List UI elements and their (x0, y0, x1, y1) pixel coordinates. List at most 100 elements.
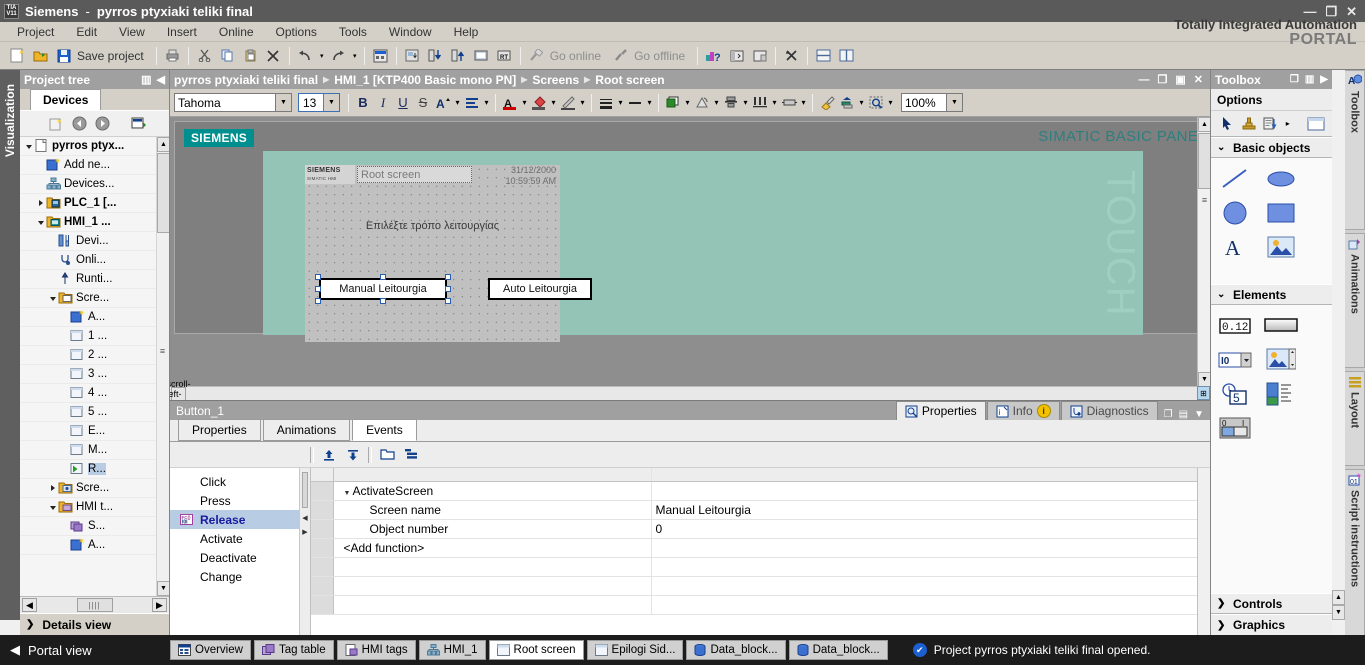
menu-item-options[interactable]: Options (265, 23, 328, 41)
ellipse-icon[interactable] (1261, 164, 1301, 194)
canvas-vscrollbar[interactable]: ▲ ≡ ▼ (1197, 117, 1210, 387)
bring-to-front-icon[interactable] (837, 92, 857, 113)
canvas-scroll-down-button[interactable]: ▼ (1198, 372, 1210, 387)
chevron-right-icon[interactable]: ❯ (1217, 620, 1227, 631)
print-icon[interactable] (162, 45, 183, 66)
resize-handle-se[interactable] (445, 298, 451, 304)
dock-icon[interactable]: ▥ (1305, 74, 1314, 85)
split-editor-vertical-icon[interactable] (836, 45, 857, 66)
screen-canvas[interactable]: SIEMENS SIMATIC BASIC PANEL TOUCH SIEMEN… (170, 117, 1210, 400)
inspector-tab-properties[interactable]: Properties (895, 401, 986, 420)
menu-item-online[interactable]: Online (208, 23, 265, 41)
root-screen-design-area[interactable]: SIEMENS SIMATIC HMI Root screen 31/12/20… (305, 165, 592, 342)
fill-color-dropdown-icon[interactable]: ▾ (549, 92, 558, 113)
hmi-datetime-field[interactable]: 31/12/2000 10:59:59 AM (505, 165, 556, 187)
font-color-dropdown-icon[interactable]: ▾ (520, 92, 529, 113)
tree-item-3[interactable]: PLC_1 [... (20, 194, 169, 213)
vtab-layout[interactable]: Layout (1345, 371, 1365, 466)
event-item-activate[interactable]: Activate (170, 529, 299, 548)
resize-handle-sw[interactable] (315, 298, 321, 304)
menu-item-tools[interactable]: Tools (328, 23, 378, 41)
section-basic-objects[interactable]: ⌄ Basic objects (1211, 137, 1332, 158)
breadcrumb-device[interactable]: HMI_1 [KTP400 Basic mono PN] (334, 73, 516, 87)
font-family-select[interactable]: Tahoma ▼ (174, 93, 292, 112)
hscroll-thumb[interactable]: |||| (76, 598, 113, 612)
status-tab-6[interactable]: Data_block... (686, 640, 786, 660)
event-item-release[interactable]: FC() I0I Release (170, 510, 299, 529)
tree-item-8[interactable]: Scre... (20, 289, 169, 308)
go-offline-icon[interactable] (610, 45, 631, 66)
event-item-change[interactable]: Change (170, 567, 299, 586)
breadcrumb-root-screen[interactable]: Root screen (595, 73, 664, 87)
function-row[interactable] (311, 557, 1197, 577)
copy-icon[interactable] (217, 45, 238, 66)
tree-item-2[interactable]: Devices... (20, 175, 169, 194)
line-color-icon[interactable] (558, 92, 578, 113)
tree-expander[interactable] (36, 218, 46, 227)
editor-close-button[interactable]: ✕ (1194, 73, 1203, 86)
function-row-value[interactable] (651, 576, 1197, 596)
rectangle-icon[interactable] (1261, 198, 1301, 228)
hmi-screen-title-field[interactable]: Root screen (357, 166, 472, 183)
make-same-size-icon[interactable] (779, 92, 799, 113)
hmi-button-auto[interactable]: Auto Leitourgia (488, 278, 592, 300)
function-row-value[interactable] (651, 595, 1197, 615)
show-hide-right-icon[interactable] (749, 45, 770, 66)
resize-handle-s[interactable] (380, 298, 386, 304)
close-button[interactable]: ✕ (1346, 5, 1357, 18)
editor-maximize-button[interactable]: ▣ (1175, 73, 1185, 86)
canvas-zoom-corner[interactable]: ⊞ (1197, 386, 1210, 400)
chevron-right-icon[interactable]: ❯ (1217, 598, 1227, 609)
strikethrough-button[interactable]: S (413, 92, 433, 113)
resize-handle-w[interactable] (315, 286, 321, 292)
zoom-selection-dropdown-icon[interactable]: ▾ (886, 92, 895, 113)
event-splitter[interactable]: ◀ ▶ (300, 468, 311, 635)
select-tool-icon[interactable] (1217, 114, 1236, 134)
hmi-prompt-text[interactable]: Επιλέξτε τρόπο λειτουργίας (305, 220, 560, 232)
snapshot-icon[interactable] (129, 114, 149, 134)
bar-icon[interactable] (1261, 379, 1301, 409)
symbolic-io-field-icon[interactable]: I0 (1215, 345, 1255, 375)
save-project-label[interactable]: Save project (77, 49, 144, 63)
scroll-down-button[interactable]: ▼ (157, 581, 169, 596)
delete-icon[interactable] (263, 45, 284, 66)
breadcrumb-project[interactable]: pyrros ptyxiaki teliki final (174, 73, 318, 87)
rotate-dropdown-icon[interactable]: ▾ (712, 92, 721, 113)
menu-item-window[interactable]: Window (378, 23, 443, 41)
tree-item-10[interactable]: 1 ... (20, 327, 169, 346)
event-list[interactable]: Click Press FC() I0I Release Activate Deactiva… (170, 468, 300, 635)
function-row-value[interactable] (651, 557, 1197, 577)
tree-item-9[interactable]: ✴ A... (20, 308, 169, 327)
splitter-handle[interactable] (302, 472, 308, 508)
toolbox-scroll-up-button[interactable]: ▲ (1332, 590, 1345, 605)
redo-icon[interactable] (328, 45, 349, 66)
download-icon[interactable] (425, 45, 446, 66)
rotate-icon[interactable] (692, 92, 712, 113)
fill-color-icon[interactable] (529, 92, 549, 113)
inspector-tab-diagnostics[interactable]: Diagnostics (1060, 401, 1158, 420)
project-tree-vscrollbar[interactable]: ▲ ≡ ▼ (156, 137, 169, 596)
hscroll-right-button[interactable]: ▶ (152, 598, 167, 612)
scroll-thumb[interactable] (157, 153, 169, 233)
open-project-icon[interactable] (30, 45, 51, 66)
format-painter-icon[interactable] (817, 92, 837, 113)
save-icon[interactable] (53, 45, 74, 66)
status-tab-4[interactable]: Root screen (488, 640, 584, 660)
event-item-deactivate[interactable]: Deactivate (170, 548, 299, 567)
undo-icon[interactable] (295, 45, 316, 66)
editor-restore-button[interactable]: ❐ (1158, 73, 1168, 86)
function-row-value[interactable] (651, 481, 1197, 501)
dock-icon[interactable]: ▥ (141, 73, 151, 86)
toolbox-scroll-down-button[interactable]: ▼ (1332, 605, 1345, 620)
stamp-tool-icon[interactable] (1239, 114, 1258, 134)
upload-icon[interactable] (448, 45, 469, 66)
bring-to-front-dropdown-icon[interactable]: ▾ (857, 92, 866, 113)
hscroll-left-button[interactable]: ◀ (22, 598, 37, 612)
paste-icon[interactable] (240, 45, 261, 66)
details-view-expander-icon[interactable]: ❯ (26, 619, 34, 630)
line-style-dropdown-icon[interactable]: ▾ (645, 92, 654, 113)
function-row[interactable]: Object number 0 (311, 519, 1197, 539)
editor-minimize-button[interactable]: — (1139, 74, 1150, 86)
zoom-selection-icon[interactable] (866, 92, 886, 113)
section-controls[interactable]: ❯ Controls (1211, 593, 1332, 614)
